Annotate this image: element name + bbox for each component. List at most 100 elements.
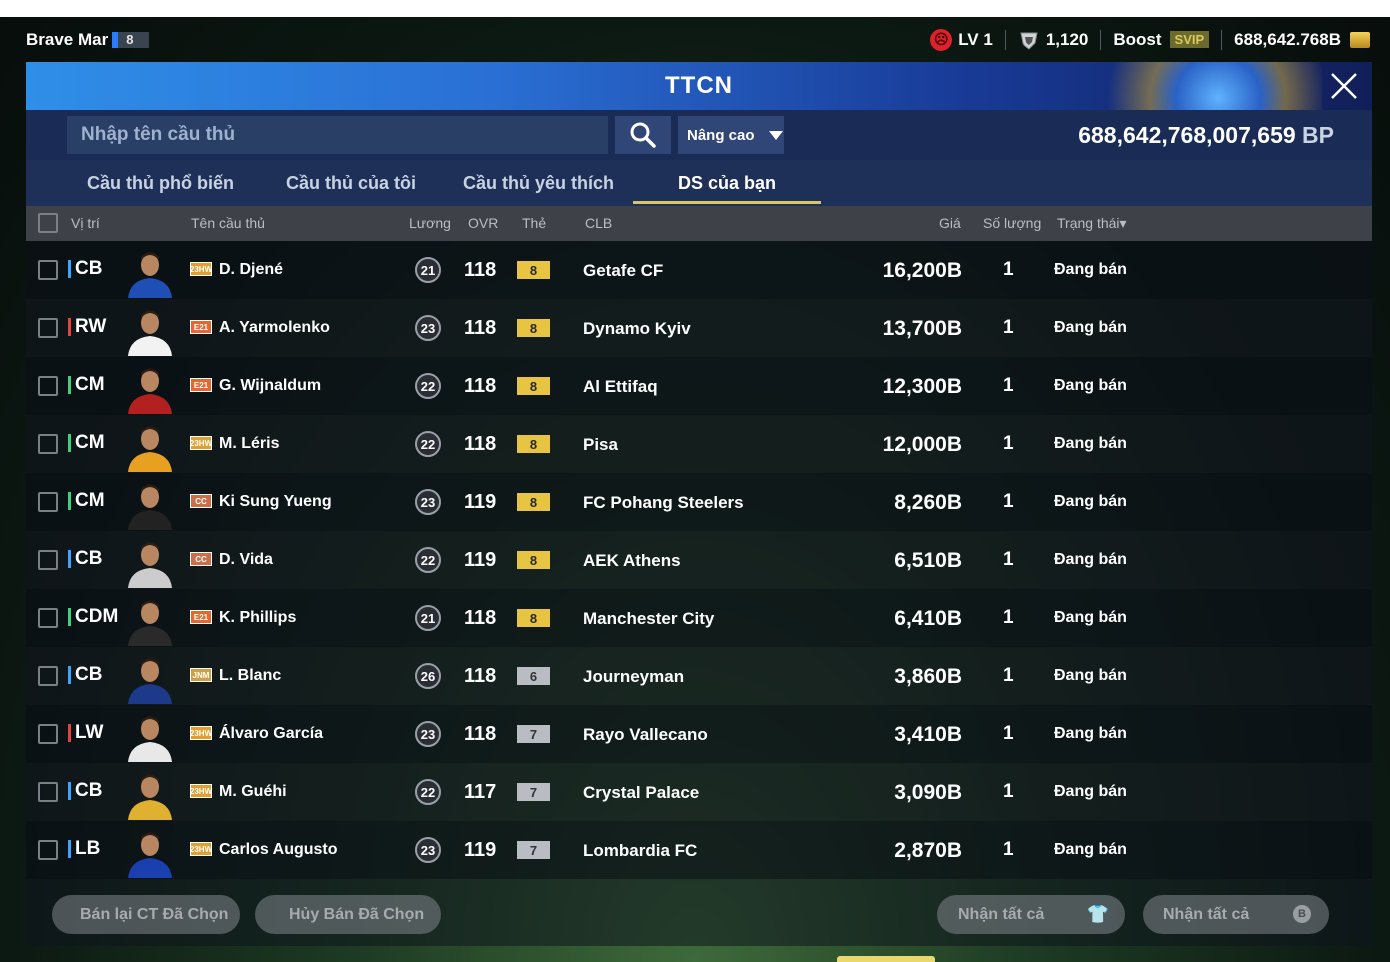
- cancel-selected-button[interactable]: Hủy Bán Đã Chọn: [255, 895, 441, 934]
- button-label: Nhận tất cả: [1163, 905, 1250, 923]
- player-name[interactable]: D. Vida: [219, 551, 273, 569]
- row-checkbox[interactable]: [38, 608, 58, 628]
- table-row[interactable]: CB 23HW M. Guéhi 22 117 7 Crystal Palace…: [26, 763, 1372, 821]
- position-cell: CB: [68, 548, 102, 570]
- club-name: Rayo Vallecano: [583, 725, 708, 744]
- advanced-filter-dropdown[interactable]: Nâng cao: [678, 116, 784, 154]
- table-row[interactable]: CB CC D. Vida 22 119 8 AEK Athens 6,510B…: [26, 531, 1372, 589]
- header-wage[interactable]: Lương: [409, 215, 451, 231]
- position-color-bar: [68, 724, 71, 742]
- player-name[interactable]: D. Djené: [219, 261, 283, 279]
- user-name: Brave Mar: [26, 29, 109, 49]
- search-button[interactable]: [615, 116, 671, 154]
- close-button[interactable]: [1326, 68, 1362, 104]
- user-level-badge: 8: [112, 31, 150, 48]
- button-label: Hủy Bán Đã Chọn: [289, 905, 425, 923]
- header-grade[interactable]: Thẻ: [522, 215, 546, 231]
- player-avatar: [124, 594, 176, 646]
- header-quantity[interactable]: Số lượng: [983, 215, 1041, 231]
- player-name[interactable]: Ki Sung Yueng: [219, 493, 332, 511]
- grade-badge: 8: [517, 261, 550, 279]
- position-cell: CM: [68, 432, 105, 454]
- position-label: CB: [75, 548, 103, 569]
- row-checkbox[interactable]: [38, 318, 58, 338]
- header-ovr[interactable]: OVR: [468, 215, 498, 231]
- table-row[interactable]: CB JNM L. Blanc 26 118 6 Journeyman 3,86…: [26, 647, 1372, 705]
- row-checkbox[interactable]: [38, 782, 58, 802]
- position-label: LB: [75, 838, 101, 859]
- wage-badge: 23: [415, 837, 441, 863]
- row-checkbox[interactable]: [38, 260, 58, 280]
- button-label: Nhận tất cả: [958, 905, 1045, 923]
- divider: [1221, 29, 1223, 50]
- player-name[interactable]: G. Wijnaldum: [219, 377, 321, 395]
- table-row[interactable]: LB 23HW Carlos Augusto 23 119 7 Lombardi…: [26, 821, 1372, 879]
- quantity-value: 1: [1003, 375, 1014, 396]
- search-input[interactable]: [67, 116, 608, 154]
- wage-badge: 23: [415, 489, 441, 515]
- table-row[interactable]: CDM E21 K. Phillips 21 118 8 Manchester …: [26, 589, 1372, 647]
- status-text: Đang bán: [1054, 319, 1127, 336]
- header-name[interactable]: Tên cầu thủ: [191, 215, 265, 231]
- table-row[interactable]: CM 23HW M. Léris 22 118 8 Pisa 12,000B 1…: [26, 415, 1372, 473]
- position-color-bar: [68, 782, 71, 800]
- table-row[interactable]: LW 23HW Álvaro García 23 118 7 Rayo Vall…: [26, 705, 1372, 763]
- resell-selected-button[interactable]: Bán lại CT Đã Chọn: [52, 895, 240, 934]
- club-name: AEK Athens: [583, 551, 681, 570]
- header-club[interactable]: CLB: [585, 215, 612, 231]
- wage-badge: 23: [415, 721, 441, 747]
- row-checkbox[interactable]: [38, 492, 58, 512]
- header-position[interactable]: Vị trí: [71, 215, 100, 231]
- player-name[interactable]: K. Phillips: [219, 609, 296, 627]
- row-checkbox[interactable]: [38, 550, 58, 570]
- search-icon[interactable]: [629, 121, 657, 149]
- row-checkbox[interactable]: [38, 840, 58, 860]
- receive-all-button-2[interactable]: Nhận tất cả B: [1143, 895, 1329, 934]
- table-row[interactable]: RW E21 A. Yarmolenko 23 118 8 Dynamo Kyi…: [26, 299, 1372, 357]
- select-all-checkbox[interactable]: [38, 213, 58, 233]
- row-checkbox[interactable]: [38, 434, 58, 454]
- row-checkbox[interactable]: [38, 724, 58, 744]
- table-row[interactable]: CB 23HW D. Djené 21 118 8 Getafe CF 16,2…: [26, 241, 1372, 299]
- player-name[interactable]: Álvaro García: [219, 725, 323, 743]
- header-price[interactable]: Giá: [939, 215, 961, 231]
- grade-badge: 8: [517, 609, 550, 627]
- season-badge: 23HW: [190, 784, 212, 798]
- tab-favorite-players[interactable]: Cầu thủ yêu thích: [461, 160, 616, 206]
- position-color-bar: [68, 608, 71, 626]
- quantity-value: 1: [1003, 781, 1014, 802]
- player-name[interactable]: L. Blanc: [219, 667, 281, 685]
- player-name[interactable]: Carlos Augusto: [219, 841, 338, 859]
- club-name: Pisa: [583, 435, 618, 454]
- header-status[interactable]: Trạng thái▾: [1057, 215, 1127, 232]
- quantity-value: 1: [1003, 665, 1014, 686]
- table-row[interactable]: CM CC Ki Sung Yueng 23 119 8 FC Pohang S…: [26, 473, 1372, 531]
- player-avatar: [124, 478, 176, 530]
- price-value: 3,090B: [894, 781, 962, 804]
- tab-your-listings[interactable]: DS của bạn: [633, 160, 821, 206]
- tab-my-players[interactable]: Cầu thủ của tôi: [281, 160, 421, 206]
- boost-label[interactable]: Boost: [1113, 30, 1161, 50]
- receive-all-button-1[interactable]: Nhận tất cả 👕: [937, 895, 1125, 934]
- table-row[interactable]: CM E21 G. Wijnaldum 22 118 8 Al Ettifaq …: [26, 357, 1372, 415]
- row-checkbox[interactable]: [38, 666, 58, 686]
- position-cell: CM: [68, 374, 105, 396]
- row-checkbox[interactable]: [38, 376, 58, 396]
- bp-balance: 688,642,768,007,659 BP: [1078, 122, 1334, 149]
- status-text: Đang bán: [1054, 725, 1127, 742]
- club-name: Getafe CF: [583, 261, 664, 280]
- title-bar: TTCN: [26, 62, 1372, 110]
- player-name[interactable]: M. Léris: [219, 435, 279, 453]
- ovr-value: 119: [464, 491, 497, 513]
- quantity-value: 1: [1003, 607, 1014, 628]
- player-name[interactable]: M. Guéhi: [219, 783, 287, 801]
- status-text: Đang bán: [1054, 377, 1127, 394]
- tab-popular-players[interactable]: Cầu thủ phổ biến: [78, 160, 243, 206]
- season-badge: 23HW: [190, 726, 212, 740]
- position-cell: CB: [68, 664, 102, 686]
- season-badge: CC: [190, 494, 212, 508]
- player-name[interactable]: A. Yarmolenko: [219, 319, 330, 337]
- close-icon[interactable]: [1330, 72, 1358, 100]
- wage-badge: 22: [415, 779, 441, 805]
- grade-badge: 7: [517, 841, 550, 859]
